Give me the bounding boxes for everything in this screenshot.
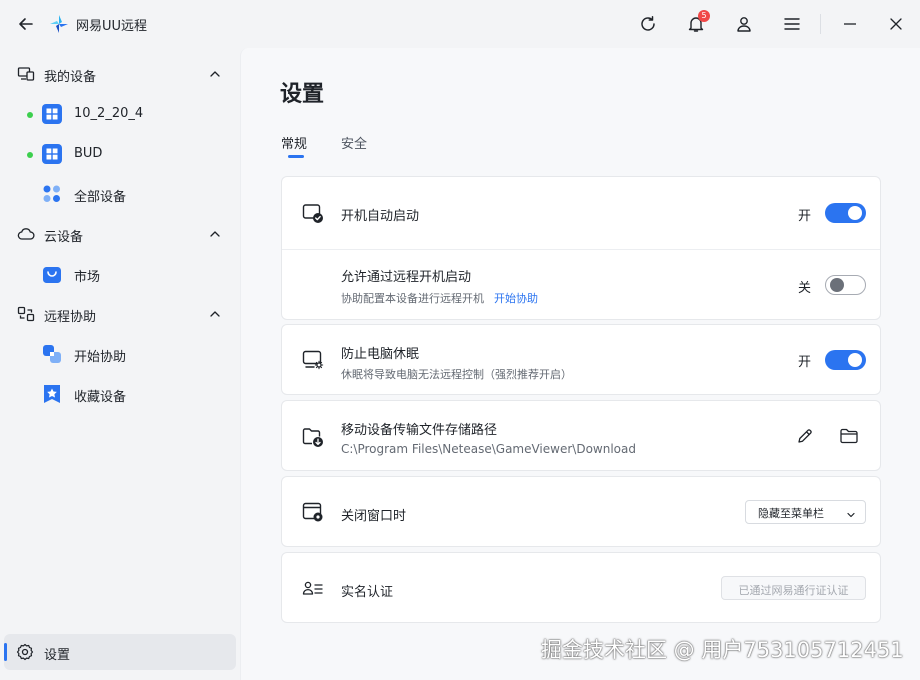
- close-window-select-value: 隐藏至菜单栏: [758, 507, 824, 520]
- remote-boot-row: 允许通过远程开机启动 协助配置本设备进行远程开机 开始协助 关: [282, 250, 880, 320]
- id-card-user-icon: [302, 578, 324, 600]
- remote-boot-toggle[interactable]: [825, 275, 866, 295]
- no-sleep-title: 防止电脑休眠: [341, 347, 420, 362]
- online-status-dot: [27, 112, 33, 118]
- storage-path-value: C:\Program Files\Netease\GameViewer\Down…: [341, 442, 636, 456]
- autostart-row: 开机自动启动 开: [282, 177, 880, 249]
- sidebar-group-cloud-devices[interactable]: 云设备: [0, 214, 240, 254]
- sidebar-item-label: 全部设备: [74, 190, 127, 205]
- no-sleep-state: 开: [798, 355, 812, 370]
- sidebar-group-label: 我的设备: [44, 70, 97, 85]
- notification-badge: 5: [698, 10, 710, 22]
- sidebar-group-label: 远程协助: [44, 310, 97, 325]
- cloud-icon: [16, 224, 36, 244]
- refresh-icon[interactable]: [636, 12, 660, 36]
- chevron-up-icon[interactable]: [207, 66, 223, 82]
- sidebar-group-label: 云设备: [44, 230, 84, 245]
- sidebar-item-all-devices[interactable]: 全部设备: [0, 174, 240, 214]
- star-bookmark-icon: [42, 384, 62, 404]
- sidebar-item-label: 开始协助: [74, 350, 127, 365]
- tab-active-underline: [288, 155, 304, 158]
- no-sleep-toggle[interactable]: [825, 350, 866, 370]
- page-title: 设置: [280, 82, 325, 107]
- remote-boot-subtitle: 协助配置本设备进行远程开机 开始协助: [341, 290, 538, 306]
- sidebar-item-label: 设置: [44, 648, 71, 663]
- sleep-settings-card: 防止电脑休眠 休眠将导致电脑无法远程控制（强烈推荐开启） 开: [281, 324, 881, 395]
- sidebar-item-label: BUD: [74, 146, 103, 161]
- folder-icon[interactable]: [839, 426, 859, 446]
- window-gear-icon: [302, 501, 324, 523]
- edit-pencil-icon[interactable]: [795, 426, 815, 446]
- sidebar-item-device-bud[interactable]: BUD: [0, 134, 240, 174]
- sidebar-item-settings[interactable]: 设置: [4, 634, 236, 670]
- remote-assist-icon: [16, 304, 36, 324]
- close-window-title: 关闭窗口时: [341, 509, 407, 524]
- autostart-toggle[interactable]: [825, 203, 866, 223]
- user-icon[interactable]: [732, 12, 756, 36]
- toggle-knob: [848, 353, 862, 367]
- titlebar-separator: [820, 14, 821, 34]
- sidebar-group-remote-assist[interactable]: 远程协助: [0, 294, 240, 334]
- close-window-select[interactable]: 隐藏至菜单栏: [745, 500, 866, 524]
- sidebar: 我的设备 10_2_20_4 BUD 全部设备 云设备 市场 远程协助 开始协助…: [0, 48, 240, 680]
- online-status-dot: [27, 152, 33, 158]
- sidebar-item-label: 收藏设备: [74, 390, 127, 405]
- sidebar-item-label: 市场: [74, 270, 101, 285]
- sidebar-item-market[interactable]: 市场: [0, 254, 240, 294]
- sidebar-item-label: 10_2_20_4: [74, 106, 144, 121]
- remote-boot-title: 允许通过远程开机启动: [341, 270, 472, 285]
- realname-title: 实名认证: [341, 585, 394, 600]
- autostart-icon: [302, 202, 324, 224]
- autostart-state: 开: [798, 209, 812, 224]
- shopping-bag-icon: [42, 264, 62, 284]
- back-arrow-icon[interactable]: [14, 12, 38, 36]
- close-icon[interactable]: [884, 12, 908, 36]
- settings-panel: 设置 常规 安全 开机自动启动 开 允许通过远程开机启动 协助配置本设备进行远程…: [240, 48, 920, 680]
- storage-path-title: 移动设备传输文件存储路径: [341, 423, 498, 438]
- startup-settings-card: 开机自动启动 开 允许通过远程开机启动 协助配置本设备进行远程开机 开始协助 关: [281, 176, 881, 320]
- chevron-down-icon: [845, 506, 857, 518]
- autostart-title: 开机自动启动: [341, 209, 420, 224]
- tab-security[interactable]: 安全: [341, 133, 367, 152]
- monitor-sun-icon: [302, 349, 324, 371]
- watermark: 掘金技术社区 @ 用户753105712451: [541, 638, 904, 662]
- sidebar-item-device-10_2_20_4[interactable]: 10_2_20_4: [0, 94, 240, 134]
- gear-icon: [16, 643, 34, 661]
- realname-verified-button: 已通过网易通行证认证: [721, 576, 866, 600]
- title-bar: 网易UU远程 5: [0, 0, 920, 48]
- toggle-knob: [830, 278, 844, 292]
- app-title: 网易UU远程: [76, 19, 148, 34]
- all-devices-icon: [42, 184, 62, 204]
- realname-card: 实名认证 已通过网易通行证认证: [281, 552, 881, 623]
- remote-boot-state: 关: [798, 281, 812, 296]
- chevron-up-icon[interactable]: [207, 306, 223, 322]
- no-sleep-subtitle: 休眠将导致电脑无法远程控制（强烈推荐开启）: [341, 368, 572, 381]
- close-window-card: 关闭窗口时 隐藏至菜单栏: [281, 476, 881, 547]
- notification-bell-icon[interactable]: 5: [684, 10, 710, 36]
- app-logo: [48, 13, 70, 35]
- remote-boot-subtitle-text: 协助配置本设备进行远程开机: [341, 292, 484, 305]
- windows-icon: [42, 104, 62, 124]
- windows-icon: [42, 144, 62, 164]
- sidebar-item-favorite-devices[interactable]: 收藏设备: [0, 374, 240, 414]
- chevron-up-icon[interactable]: [207, 226, 223, 242]
- sidebar-item-start-assist[interactable]: 开始协助: [0, 334, 240, 374]
- toggle-knob: [848, 206, 862, 220]
- menu-icon[interactable]: [780, 12, 804, 36]
- active-indicator: [4, 643, 7, 661]
- storage-path-card: 移动设备传输文件存储路径 C:\Program Files\Netease\Ga…: [281, 400, 881, 471]
- sidebar-group-my-devices[interactable]: 我的设备: [0, 54, 240, 94]
- realname-verified-label: 已通过网易通行证认证: [738, 584, 849, 597]
- tab-general[interactable]: 常规: [281, 133, 307, 152]
- start-assist-icon: [42, 344, 62, 364]
- folder-download-icon: [302, 426, 324, 448]
- minimize-icon[interactable]: [838, 12, 862, 36]
- start-assist-link[interactable]: 开始协助: [494, 292, 538, 305]
- devices-icon: [16, 64, 36, 84]
